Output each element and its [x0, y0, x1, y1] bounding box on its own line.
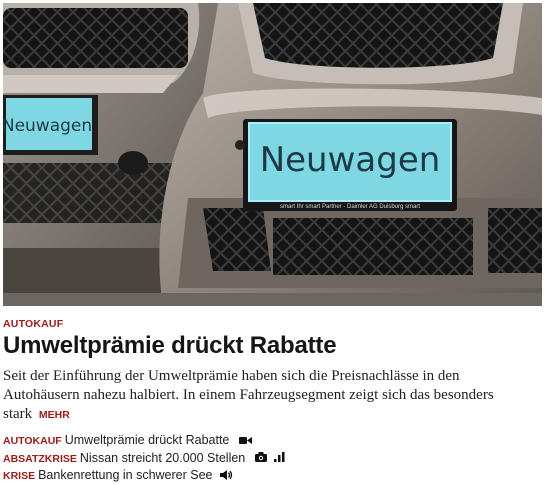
related-item[interactable]: ABSATZKRISE Nissan streicht 20.000 Stelle…: [3, 450, 533, 466]
bar-chart-icon: [274, 450, 285, 466]
related-links: AUTOKAUF Umweltprämie drückt Rabatte ABSA…: [3, 432, 533, 485]
related-item[interactable]: AUTOKAUF Umweltprämie drückt Rabatte: [3, 432, 533, 448]
related-title[interactable]: Bankenrettung in schwerer See: [38, 468, 212, 482]
related-title[interactable]: Umweltprämie drückt Rabatte: [65, 433, 230, 447]
photo-camera-icon: [254, 450, 267, 466]
video-camera-icon: [238, 433, 252, 449]
left-plate-text: Neuwagen: [3, 116, 92, 136]
related-kicker: AUTOKAUF: [3, 435, 62, 447]
article-teaser: Seit der Einführung der Umweltprämie hab…: [3, 367, 523, 425]
right-plate-text: Neuwagen: [260, 140, 441, 180]
more-link[interactable]: MEHR: [39, 409, 70, 421]
related-item[interactable]: KRISE Bankenrettung in schwerer See: [3, 467, 533, 483]
plate-frame-text: smart Ihr smart Partner - Daimler AG Dui…: [280, 204, 420, 210]
car-photo: Neuwagen Neuwagen smart Ihr smart Partne…: [3, 3, 542, 306]
article-headline[interactable]: Umweltprämie drückt Rabatte: [3, 332, 337, 360]
hero-image[interactable]: Neuwagen Neuwagen smart Ihr smart Partne…: [3, 3, 542, 306]
article-kicker: AUTOKAUF: [3, 318, 64, 330]
teaser-text: Seit der Einführung der Umweltprämie hab…: [3, 368, 494, 422]
speaker-icon: [220, 468, 233, 484]
related-kicker: ABSATZKRISE: [3, 452, 77, 465]
related-title[interactable]: Nissan streicht 20.000 Stellen: [80, 451, 245, 465]
related-kicker: KRISE: [3, 470, 36, 482]
